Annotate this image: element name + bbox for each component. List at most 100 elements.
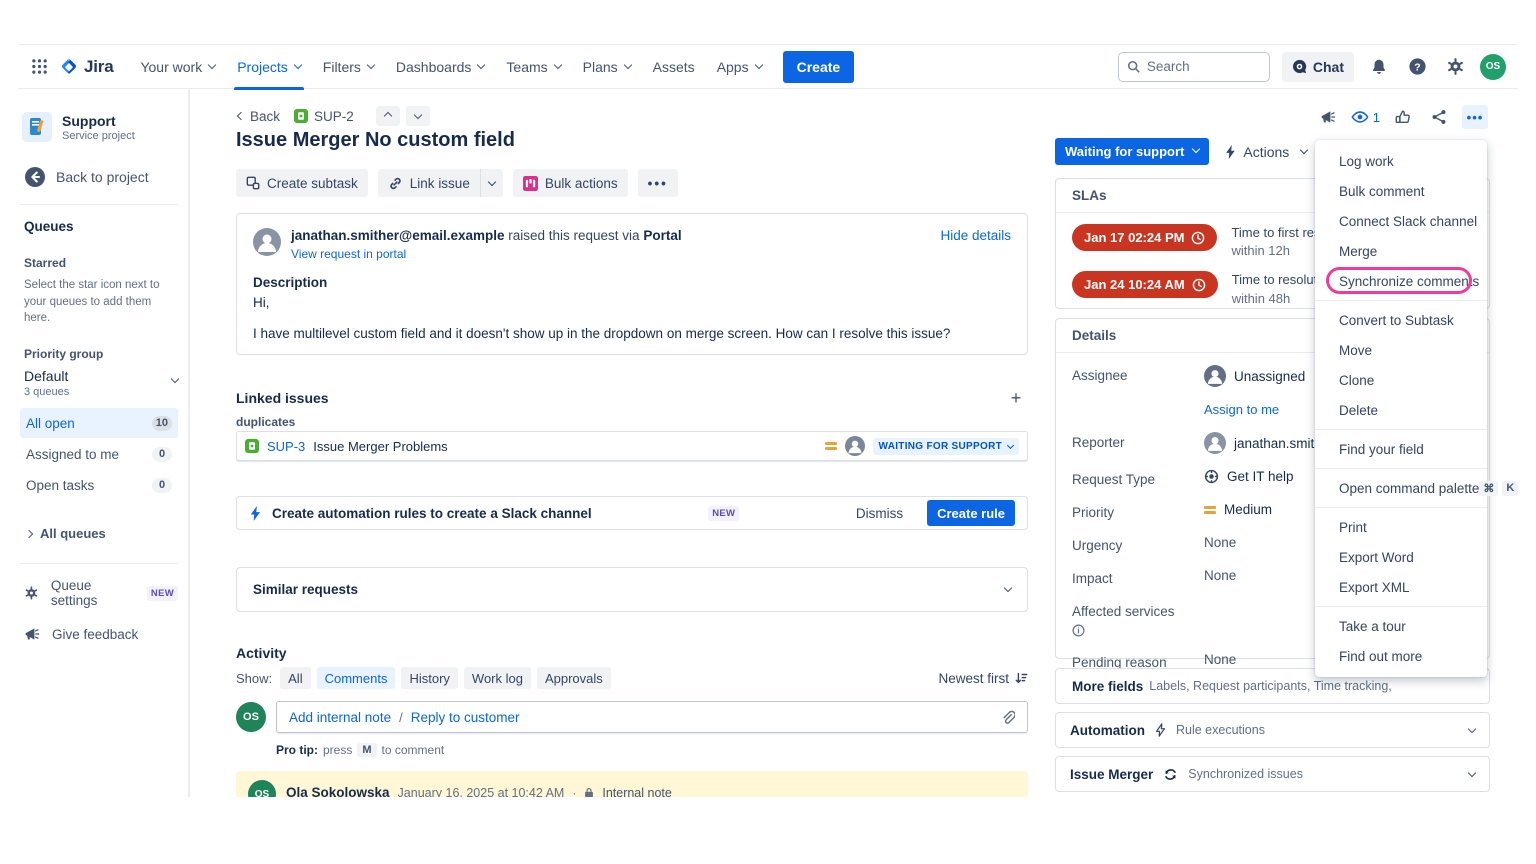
jira-logo[interactable]: Jira: [58, 56, 113, 78]
feedback-megaphone-icon[interactable]: [1315, 105, 1341, 129]
filter-work-log[interactable]: Work log: [464, 667, 531, 689]
similar-requests-panel[interactable]: Similar requests: [236, 567, 1028, 612]
linked-issue-row[interactable]: SUP-3 Issue Merger Problems WAITING FOR …: [236, 431, 1028, 461]
nav-apps[interactable]: Apps: [708, 45, 771, 89]
back-link[interactable]: Back: [238, 109, 280, 124]
nav-assets[interactable]: Assets: [644, 45, 704, 89]
assignee-avatar[interactable]: [845, 436, 865, 456]
search-input[interactable]: [1147, 59, 1257, 74]
linked-issue-key[interactable]: SUP-3: [267, 439, 305, 454]
automation-card[interactable]: Automation Rule executions: [1055, 712, 1490, 748]
add-internal-note-tab[interactable]: Add internal note: [289, 710, 391, 725]
issue-type-icon: [245, 439, 259, 453]
filter-history[interactable]: History: [401, 667, 457, 689]
menu-item-bulk-comment[interactable]: Bulk comment: [1315, 176, 1487, 206]
k-key: K: [1502, 481, 1518, 496]
sidebar-item-all-open[interactable]: All open 10: [20, 408, 178, 438]
menu-item-convert-to-subtask[interactable]: Convert to Subtask: [1315, 305, 1487, 335]
create-rule-button[interactable]: Create rule: [927, 500, 1015, 526]
view-request-in-portal-link[interactable]: View request in portal: [291, 247, 940, 261]
filter-comments[interactable]: Comments: [317, 667, 396, 689]
create-subtask-button[interactable]: Create subtask: [236, 169, 368, 197]
assignee-value[interactable]: Unassigned: [1204, 365, 1305, 387]
menu-item-export-xml[interactable]: Export XML: [1315, 572, 1487, 602]
internal-note-comment[interactable]: OS Ola Sokolowska January 16, 2025 at 10…: [236, 771, 1028, 797]
user-avatar[interactable]: OS: [1480, 54, 1506, 80]
linked-issue-summary[interactable]: Issue Merger Problems: [313, 439, 816, 454]
dismiss-button[interactable]: Dismiss: [856, 506, 903, 521]
nav-filters[interactable]: Filters: [314, 45, 383, 89]
issue-merger-card[interactable]: Issue Merger Synchronized issues: [1055, 756, 1490, 792]
vote-thumbs-up-icon[interactable]: [1390, 105, 1416, 129]
impact-value[interactable]: None: [1204, 568, 1236, 583]
link-issue-dropdown[interactable]: [480, 169, 503, 197]
request-raised-line: janathan.smither@email.example raised th…: [291, 228, 940, 243]
nav-projects[interactable]: Projects: [228, 45, 310, 89]
queue-settings-link[interactable]: Queue settings NEW: [24, 578, 178, 608]
request-details-card: janathan.smither@email.example raised th…: [236, 213, 1028, 355]
watchers-button[interactable]: 1: [1351, 110, 1380, 125]
help-icon[interactable]: ?: [1404, 54, 1430, 80]
add-linked-issue-icon[interactable]: +: [1004, 386, 1028, 410]
menu-item-print[interactable]: Print: [1315, 512, 1487, 542]
menu-item-delete[interactable]: Delete: [1315, 395, 1487, 425]
reply-to-customer-tab[interactable]: Reply to customer: [411, 710, 520, 725]
link-issue-button[interactable]: Link issue: [378, 169, 480, 197]
nav-dashboards[interactable]: Dashboards: [387, 45, 494, 89]
menu-item-export-word[interactable]: Export Word: [1315, 542, 1487, 572]
menu-item-clone[interactable]: Clone: [1315, 365, 1487, 395]
priority-value[interactable]: Medium: [1204, 502, 1272, 517]
comment-input[interactable]: Add internal note / Reply to customer: [276, 701, 1028, 733]
request-type-icon: [1204, 469, 1219, 484]
attachment-paperclip-icon[interactable]: [999, 709, 1015, 725]
status-dropdown[interactable]: Waiting for support: [1055, 138, 1209, 165]
back-to-project[interactable]: Back to project: [20, 166, 178, 188]
menu-item-find-out-more[interactable]: Find out more: [1315, 641, 1487, 671]
filter-approvals[interactable]: Approvals: [537, 667, 611, 689]
nav-your-work[interactable]: Your work: [131, 45, 224, 89]
linked-issue-status-badge[interactable]: WAITING FOR SUPPORT: [873, 438, 1019, 455]
settings-gear-icon[interactable]: [1442, 54, 1468, 80]
queue-group-default[interactable]: Default 3 queues: [24, 368, 178, 398]
issue-key-breadcrumb[interactable]: SUP-2: [294, 109, 354, 124]
search-box[interactable]: [1118, 52, 1270, 82]
toolbar-more-button[interactable]: •••: [638, 169, 678, 197]
notifications-bell-icon[interactable]: [1366, 54, 1392, 80]
filter-all[interactable]: All: [280, 667, 310, 689]
pending-reason-value[interactable]: None: [1204, 652, 1236, 667]
bulk-actions-button[interactable]: Bulk actions: [513, 169, 628, 197]
share-icon[interactable]: [1426, 105, 1452, 129]
create-button[interactable]: Create: [783, 51, 855, 83]
assign-to-me-link[interactable]: Assign to me: [1204, 402, 1279, 417]
menu-item-synchronize-comments[interactable]: Synchronize comments: [1315, 266, 1487, 296]
lightning-bolt-icon: [249, 506, 262, 521]
menu-item-move[interactable]: Move: [1315, 335, 1487, 365]
app-switcher-icon[interactable]: [24, 52, 54, 82]
menu-item-take-a-tour[interactable]: Take a tour: [1315, 611, 1487, 641]
previous-issue-button[interactable]: [376, 106, 400, 126]
sidebar-item-assigned-to-me[interactable]: Assigned to me 0: [20, 439, 178, 469]
menu-item-connect-slack-channel[interactable]: Connect Slack channel: [1315, 206, 1487, 236]
next-issue-button[interactable]: [406, 106, 430, 126]
chevron-down-icon: [1300, 146, 1308, 154]
more-actions-button[interactable]: •••: [1462, 105, 1488, 129]
actions-dropdown[interactable]: Actions: [1225, 144, 1307, 160]
automation-banner: Create automation rules to create a Slac…: [236, 496, 1028, 530]
nav-teams[interactable]: Teams: [497, 45, 569, 89]
nav-plans[interactable]: Plans: [574, 45, 640, 89]
all-queues-toggle[interactable]: All queues: [26, 526, 178, 541]
menu-item-log-work[interactable]: Log work: [1315, 146, 1487, 176]
hide-details-link[interactable]: Hide details: [940, 228, 1011, 243]
project-header[interactable]: Support Service project: [20, 112, 178, 142]
chat-button[interactable]: Chat: [1282, 52, 1354, 82]
menu-item-find-your-field[interactable]: Find your field: [1315, 434, 1487, 464]
menu-item-open-command-palette[interactable]: Open command palette ⌘ K: [1315, 473, 1487, 503]
give-feedback-link[interactable]: Give feedback: [24, 626, 178, 642]
menu-item-merge[interactable]: Merge: [1315, 236, 1487, 266]
request-type-value[interactable]: Get IT help: [1204, 469, 1294, 484]
sla-deadline-badge[interactable]: Jan 17 02:24 PM: [1072, 224, 1217, 251]
urgency-value[interactable]: None: [1204, 535, 1236, 550]
sla-deadline-badge[interactable]: Jan 24 10:24 AM: [1072, 271, 1218, 298]
sidebar-item-open-tasks[interactable]: Open tasks 0: [20, 470, 178, 500]
sort-order-button[interactable]: Newest first: [938, 671, 1028, 686]
